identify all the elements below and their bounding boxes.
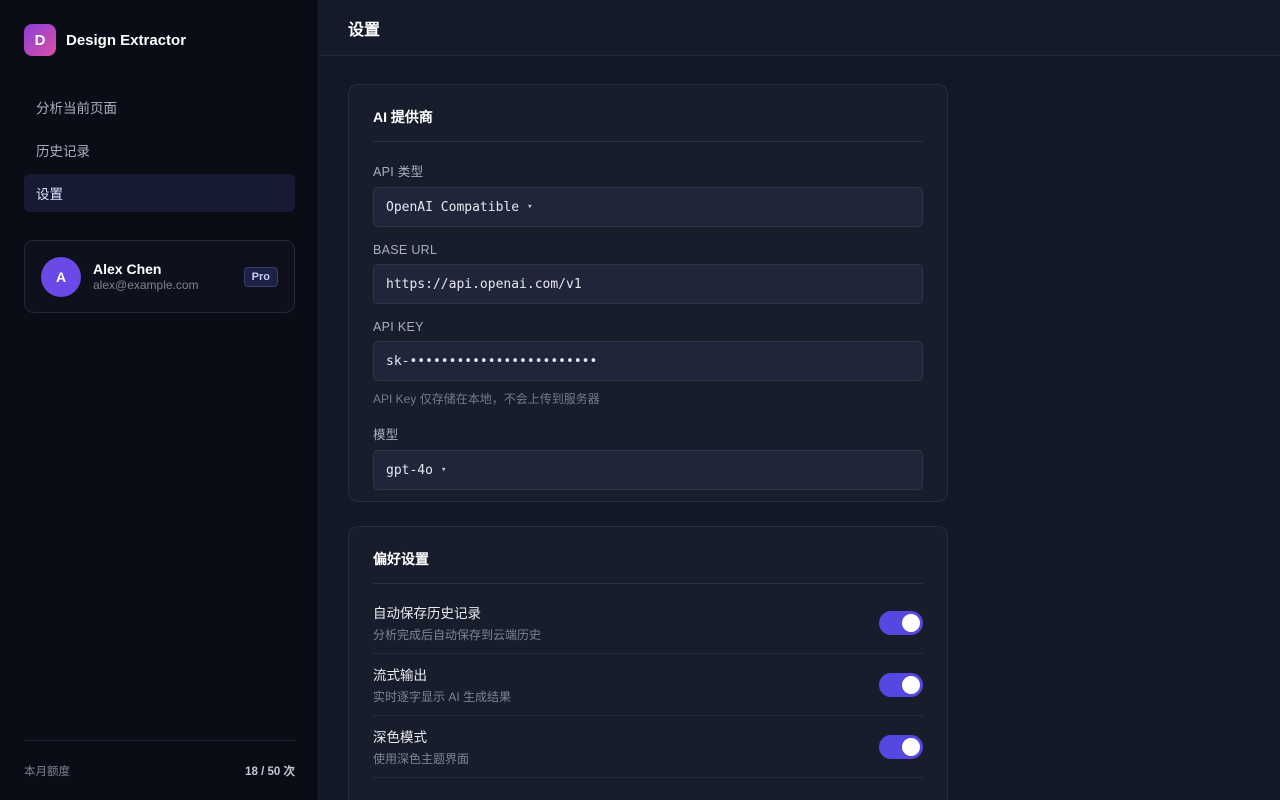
api-type-label: API 类型	[373, 165, 424, 179]
main-content: 设置 AI 提供商 API 类型 OpenAI Compatible ▾ BAS…	[320, 0, 1280, 800]
base-url-input[interactable]: https://api.openai.com/v1	[373, 264, 923, 304]
preferences-card: 偏好设置 自动保存历史记录 分析完成后自动保存到云端历史 流式输出 实时逐字显示…	[348, 526, 948, 800]
api-key-hint: API Key 仅存储在本地，不会上传到服务器	[373, 392, 600, 406]
api-key-value: sk-••••••••••••••••••••••••	[386, 353, 598, 369]
auto-save-toggle[interactable]	[879, 610, 923, 635]
page-title: 设置	[348, 21, 381, 39]
ai-provider-card: AI 提供商 API 类型 OpenAI Compatible ▾ BASE U…	[348, 84, 948, 502]
api-type-value: OpenAI Compatible	[386, 199, 520, 215]
quota-label: 本月额度	[24, 765, 70, 778]
sidebar-item-history[interactable]: 历史记录	[24, 131, 295, 169]
sidebar-item-label: 分析当前页面	[36, 101, 117, 116]
dark-mode-toggle[interactable]	[879, 734, 923, 759]
user-info: Alex Chen alex@example.com	[93, 261, 244, 292]
pref-desc: 实时逐字显示 AI 生成结果	[373, 690, 512, 704]
pref-text: 自动保存历史记录 分析完成后自动保存到云端历史	[373, 602, 541, 643]
model-value: gpt-4o	[386, 462, 433, 478]
user-email: alex@example.com	[93, 278, 199, 292]
pref-text: 深色模式 使用深色主题界面	[373, 726, 469, 767]
api-key-input[interactable]: sk-••••••••••••••••••••••••	[373, 341, 923, 381]
quota-value: 18 / 50 次	[245, 765, 295, 778]
brand[interactable]: D Design Extractor	[24, 24, 186, 56]
base-url-value: https://api.openai.com/v1	[386, 276, 582, 292]
sidebar: D Design Extractor 分析当前页面 历史记录 设置 A Alex…	[0, 0, 319, 800]
api-key-label: API KEY	[373, 320, 424, 334]
chevron-down-icon: ▾	[527, 202, 533, 212]
api-type-select[interactable]: OpenAI Compatible ▾	[373, 187, 923, 227]
sidebar-item-analyze[interactable]: 分析当前页面	[24, 88, 295, 126]
toggle-knob	[902, 613, 920, 632]
sidebar-nav: 分析当前页面 历史记录 设置	[24, 88, 295, 217]
user-card[interactable]: A Alex Chen alex@example.com Pro	[24, 240, 295, 313]
card-title: AI 提供商	[373, 85, 923, 142]
pref-title: 流式输出	[373, 668, 427, 683]
model-label: 模型	[373, 428, 399, 442]
sidebar-item-settings[interactable]: 设置	[24, 174, 295, 212]
base-url-label: BASE URL	[373, 243, 438, 257]
brand-logo: D	[24, 24, 56, 56]
quota-footer: 本月额度 18 / 50 次	[24, 740, 295, 800]
pref-text: 流式输出 实时逐字显示 AI 生成结果	[373, 664, 511, 705]
user-name: Alex Chen	[93, 261, 162, 277]
streaming-toggle[interactable]	[879, 672, 923, 697]
pref-desc: 分析完成后自动保存到云端历史	[373, 628, 542, 642]
chevron-down-icon: ▾	[440, 465, 447, 475]
topbar: 设置	[320, 0, 1280, 56]
pref-row-dark-mode: 深色模式 使用深色主题界面	[373, 716, 923, 778]
pref-desc: 使用深色主题界面	[373, 752, 470, 766]
pref-title: 深色模式	[373, 730, 427, 745]
brand-name: Design Extractor	[66, 31, 187, 49]
plan-badge: Pro	[243, 266, 278, 287]
model-select[interactable]: gpt-4o ▾	[373, 450, 923, 490]
avatar: A	[41, 256, 81, 297]
pref-row-auto-save: 自动保存历史记录 分析完成后自动保存到云端历史	[373, 592, 923, 654]
toggle-knob	[902, 737, 920, 756]
card-title: 偏好设置	[373, 527, 923, 584]
pref-title: 自动保存历史记录	[373, 606, 481, 621]
toggle-knob	[902, 675, 920, 694]
sidebar-item-label: 历史记录	[36, 144, 90, 159]
pref-row-streaming: 流式输出 实时逐字显示 AI 生成结果	[373, 654, 923, 716]
sidebar-item-label: 设置	[36, 187, 63, 202]
